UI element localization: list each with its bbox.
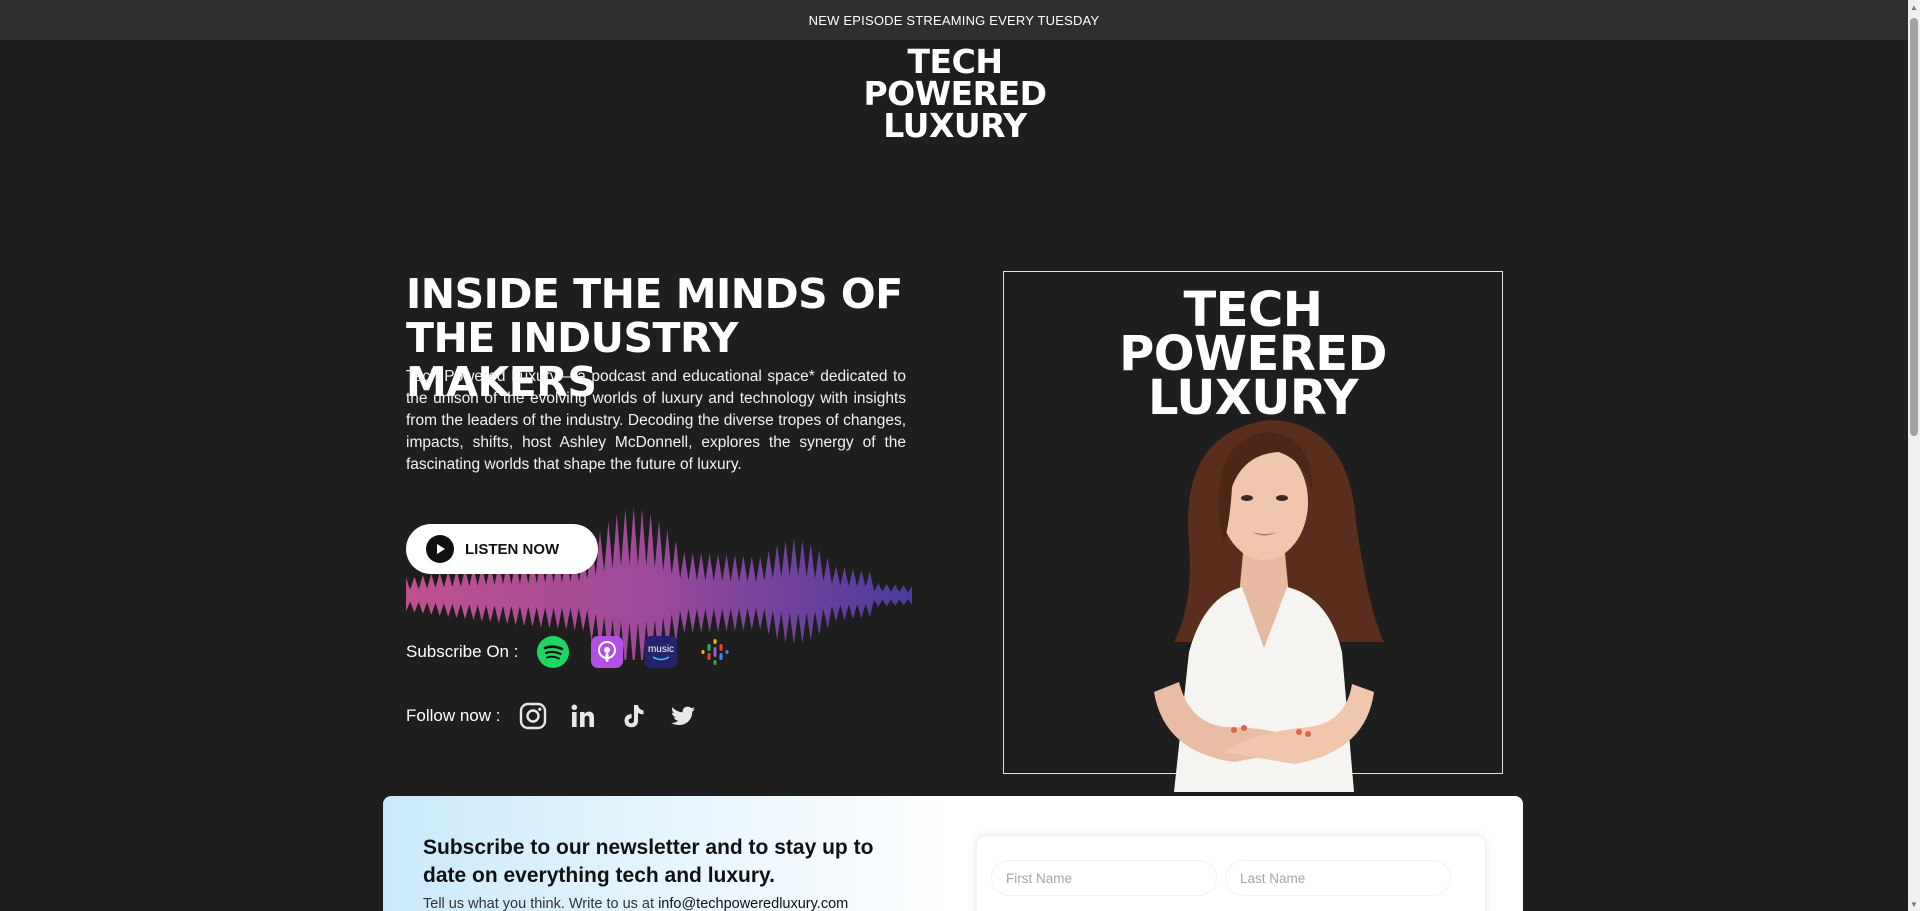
amazon-music-icon[interactable]: music <box>644 635 678 669</box>
last-name-input[interactable] <box>1225 860 1451 896</box>
announcement-bar: NEW EPISODE STREAMING EVERY TUESDAY <box>0 0 1908 40</box>
newsletter-title: Subscribe to our newsletter and to stay … <box>423 836 874 887</box>
newsletter-section: Subscribe to our newsletter and to stay … <box>383 796 1523 911</box>
contact-email-link[interactable]: info@techpoweredluxury.com <box>658 896 848 911</box>
subscribe-label: Subscribe On : <box>406 642 519 661</box>
apple-podcasts-icon[interactable] <box>590 635 624 669</box>
subscribe-row: Subscribe On : music <box>406 632 752 672</box>
follow-label: Follow now : <box>406 706 501 725</box>
twitter-icon[interactable] <box>668 701 698 731</box>
podcast-cover-art: TECH POWERED LUXURY <box>1003 271 1503 792</box>
scrollbar[interactable]: ▲ ▼ <box>1908 0 1920 911</box>
hero-title-line-1: INSIDE THE MINDS OF <box>406 270 903 318</box>
linkedin-icon[interactable] <box>568 701 598 731</box>
newsletter-form <box>977 836 1485 911</box>
google-podcasts-icon[interactable] <box>698 635 732 669</box>
spotify-icon[interactable] <box>536 635 570 669</box>
hero-description: Tech Powered Luxury – a podcast and educ… <box>406 368 906 473</box>
follow-row: Follow now : <box>406 696 718 736</box>
svg-text:music: music <box>648 644 674 655</box>
scroll-down-arrow-icon[interactable]: ▼ <box>1908 897 1920 911</box>
scrollbar-thumb[interactable] <box>1910 18 1918 436</box>
logo-line-3: LUXURY <box>883 106 1027 145</box>
play-icon <box>426 535 454 563</box>
scroll-up-arrow-icon[interactable]: ▲ <box>1908 0 1920 14</box>
announcement-text: NEW EPISODE STREAMING EVERY TUESDAY <box>808 12 1100 28</box>
newsletter-subtitle-text: Tell us what you think. Write to us at <box>423 896 659 911</box>
host-portrait-image <box>1154 420 1384 792</box>
first-name-input[interactable] <box>991 860 1217 896</box>
listen-now-label: LISTEN NOW <box>465 540 560 558</box>
instagram-icon[interactable] <box>518 701 548 731</box>
tiktok-icon[interactable] <box>618 701 648 731</box>
newsletter-subtitle: Tell us what you think. Write to us at i… <box>423 896 848 911</box>
listen-now-button[interactable]: LISTEN NOW <box>406 524 598 574</box>
site-logo[interactable]: TECH POWERED LUXURY <box>840 45 1070 145</box>
